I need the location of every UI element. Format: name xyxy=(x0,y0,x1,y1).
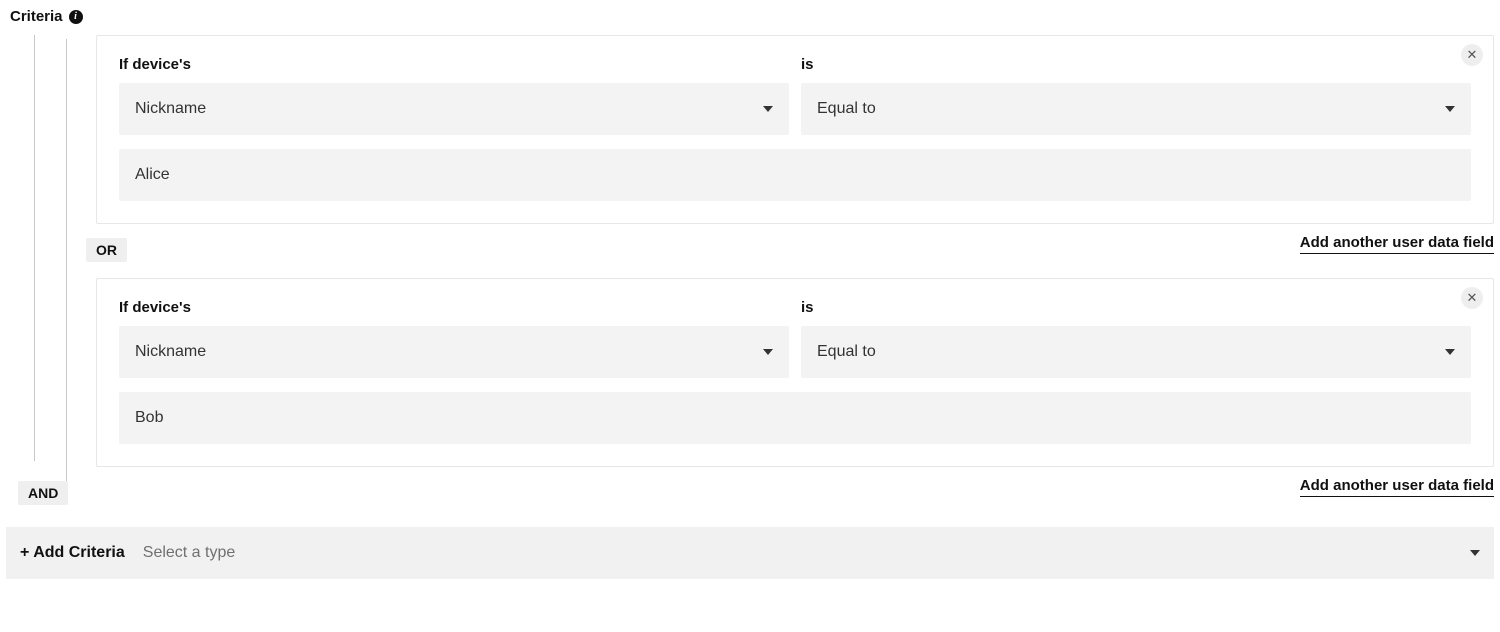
field-select[interactable]: Nickname xyxy=(119,326,789,378)
close-icon: ✕ xyxy=(1467,290,1478,306)
operator-select[interactable]: Equal to xyxy=(801,83,1471,135)
caret-down-icon xyxy=(1445,106,1455,112)
add-field-link[interactable]: Add another user data field xyxy=(1300,477,1494,497)
add-field-link[interactable]: Add another user data field xyxy=(1300,234,1494,254)
field-select-value: Nickname xyxy=(135,343,206,361)
add-field-row: Add another user data field xyxy=(96,477,1494,495)
and-badge: AND xyxy=(18,481,68,505)
value-input-text: Alice xyxy=(135,166,170,184)
or-connector-row: OR xyxy=(70,258,1494,278)
operator-select[interactable]: Equal to xyxy=(801,326,1471,378)
field-select-value: Nickname xyxy=(135,100,206,118)
criteria-header: Criteria i xyxy=(10,8,1494,25)
or-group: ✕ If device's Nickname is Equal to xyxy=(36,35,1494,495)
remove-rule-button[interactable]: ✕ xyxy=(1461,287,1483,309)
value-input[interactable]: Bob xyxy=(119,392,1471,444)
criteria-tree: ✕ If device's Nickname is Equal to xyxy=(6,35,1494,521)
caret-down-icon xyxy=(1470,550,1480,556)
field-select[interactable]: Nickname xyxy=(119,83,789,135)
criteria-title: Criteria xyxy=(10,8,63,25)
add-criteria-placeholder: Select a type xyxy=(143,544,1452,562)
operator-select-value: Equal to xyxy=(817,343,876,361)
add-field-row: Add another user data field xyxy=(96,234,1494,252)
close-icon: ✕ xyxy=(1467,47,1478,63)
and-connector-row: AND xyxy=(36,501,1494,521)
value-input[interactable]: Alice xyxy=(119,149,1471,201)
caret-down-icon xyxy=(763,349,773,355)
field-label-is: is xyxy=(801,299,1471,316)
value-input-text: Bob xyxy=(135,409,163,427)
field-label-is: is xyxy=(801,56,1471,73)
caret-down-icon xyxy=(763,106,773,112)
rule-card: ✕ If device's Nickname is Equal to xyxy=(96,35,1494,224)
info-icon[interactable]: i xyxy=(69,10,83,24)
field-label-if: If device's xyxy=(119,299,789,316)
caret-down-icon xyxy=(1445,349,1455,355)
or-badge: OR xyxy=(86,238,127,262)
field-label-if: If device's xyxy=(119,56,789,73)
rule-card: ✕ If device's Nickname is Equal to xyxy=(96,278,1494,467)
operator-select-value: Equal to xyxy=(817,100,876,118)
add-criteria-bar[interactable]: + Add Criteria Select a type xyxy=(6,527,1494,579)
remove-rule-button[interactable]: ✕ xyxy=(1461,44,1483,66)
add-criteria-label: + Add Criteria xyxy=(20,544,125,562)
